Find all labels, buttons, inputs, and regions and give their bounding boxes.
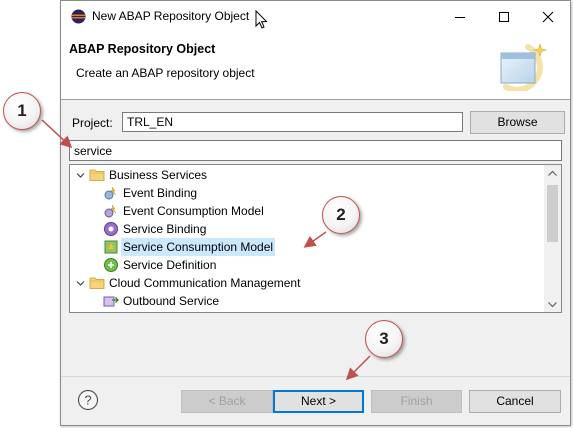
tree-item-label: Event Binding: [123, 186, 198, 200]
scroll-up-icon[interactable]: [548, 170, 557, 177]
tree-node-service-consumption-model[interactable]: Service Consumption Model: [103, 238, 276, 256]
footer-divider: [61, 376, 570, 377]
tree-node-business-services[interactable]: Business Services: [75, 166, 207, 184]
next-button[interactable]: Next >: [273, 390, 364, 413]
tree-node-service-binding[interactable]: Service Binding: [103, 220, 206, 238]
tree-item-label: Service Binding: [123, 222, 207, 236]
help-icon[interactable]: ?: [77, 389, 99, 411]
page-title: ABAP Repository Object: [69, 42, 216, 56]
page-description: Create an ABAP repository object: [76, 66, 255, 80]
window-title: New ABAP Repository Object: [92, 9, 250, 23]
service-definition-icon: [103, 257, 119, 273]
chevron-down-icon[interactable]: [75, 279, 85, 288]
svg-text:?: ?: [84, 393, 91, 408]
tree-item-label: Service Consumption Model: [121, 238, 276, 256]
folder-icon: [89, 167, 105, 183]
cancel-button[interactable]: Cancel: [469, 390, 561, 413]
tree-node-outbound-service[interactable]: Outbound Service: [103, 292, 219, 310]
callout-1: 1: [3, 92, 41, 130]
event-consumption-icon: [103, 203, 119, 219]
tree-item-label: Outbound Service: [123, 294, 220, 308]
minimize-icon: [455, 16, 465, 18]
object-type-tree[interactable]: Business Services Event Binding Event Co…: [69, 164, 562, 313]
event-binding-icon: [103, 185, 119, 201]
service-consumption-icon: [103, 239, 119, 255]
minimize-button[interactable]: [438, 1, 482, 32]
tree-node-event-binding[interactable]: Event Binding: [103, 184, 197, 202]
maximize-icon: [499, 11, 509, 22]
tree-node-cloud-communication-management[interactable]: Cloud Communication Management: [75, 274, 300, 292]
callout-3: 3: [365, 320, 403, 358]
eclipse-app-icon: [71, 9, 86, 24]
project-field[interactable]: TRL_EN: [122, 112, 463, 132]
callout-2: 2: [322, 196, 360, 234]
service-binding-icon: [103, 221, 119, 237]
tree-item-label: Cloud Communication Management: [109, 276, 301, 290]
maximize-button[interactable]: [482, 1, 526, 32]
tree-node-service-definition[interactable]: Service Definition: [103, 256, 216, 274]
back-button[interactable]: < Back: [181, 390, 273, 413]
project-label: Project:: [72, 116, 113, 130]
folder-icon: [89, 275, 105, 291]
close-button[interactable]: [526, 1, 570, 32]
outbound-service-icon: [103, 293, 119, 309]
wizard-dialog: New ABAP Repository Object ABAP Reposito…: [60, 0, 571, 426]
tree-item-label: Service Definition: [123, 258, 217, 272]
tree-node-event-consumption-model[interactable]: Event Consumption Model: [103, 202, 264, 220]
scrollbar-thumb[interactable]: [547, 185, 558, 242]
mouse-pointer-icon: [255, 10, 268, 29]
tree-item-label: Event Consumption Model: [123, 204, 264, 218]
scroll-down-icon[interactable]: [548, 301, 557, 308]
chevron-down-icon[interactable]: [75, 171, 85, 180]
tree-item-label: Business Services: [109, 168, 208, 182]
close-icon: [542, 11, 554, 22]
new-object-wizard-icon: [500, 42, 548, 91]
browse-button[interactable]: Browse: [470, 111, 565, 134]
title-bar: New ABAP Repository Object: [61, 1, 570, 32]
finish-button[interactable]: Finish: [371, 390, 462, 413]
filter-input[interactable]: service: [69, 140, 562, 161]
wizard-header: ABAP Repository Object Create an ABAP re…: [61, 32, 570, 100]
tree-scrollbar[interactable]: [544, 165, 561, 312]
